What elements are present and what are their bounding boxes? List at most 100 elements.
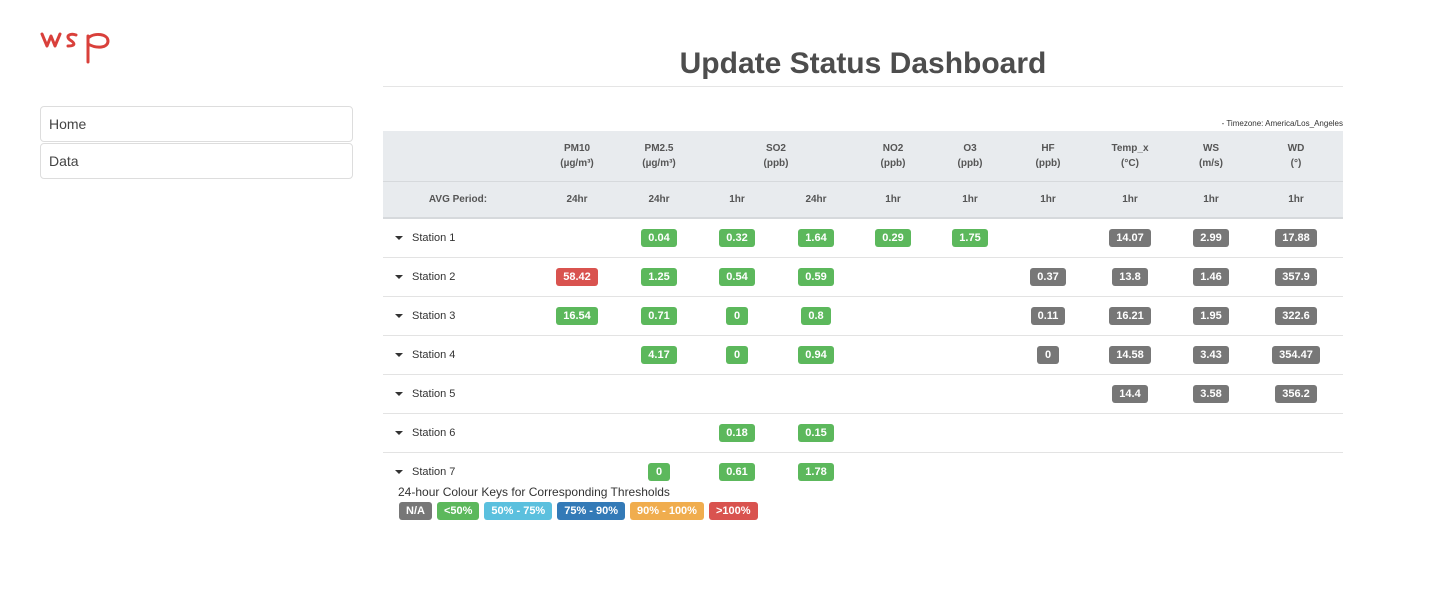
station-name: Station 5: [412, 388, 456, 400]
value-cell: [533, 335, 621, 375]
value-badge: 0: [726, 307, 748, 325]
value-badge: 1.95: [1193, 307, 1229, 325]
value-badge: 0.04: [641, 229, 677, 247]
value-cell: 2.99: [1173, 218, 1249, 258]
wsp-logo[interactable]: [40, 28, 112, 66]
value-cell: 0.94: [777, 335, 855, 375]
table-header-row: PM10 (µg/m³) PM2.5 (µg/m³) SO2 (ppb) NO2 (ppb) O…: [383, 131, 1343, 182]
value-cell: [1009, 413, 1087, 453]
caret-down-icon[interactable]: [395, 470, 403, 475]
colour-key-legend: N/A <50% 50% - 75% 75% - 90% 90% - 100% >100%: [399, 502, 758, 520]
table-body: Station 1 0.04 0.32 1.64 0.29 1.75 14.07 2.99 17…: [383, 218, 1343, 491]
value-cell: 1.25: [621, 257, 697, 297]
caret-down-icon[interactable]: [395, 392, 403, 397]
value-cell: 1.46: [1173, 257, 1249, 297]
avg-period-cell: 1hr: [1173, 181, 1249, 219]
avg-period-cell: 24hr: [777, 181, 855, 219]
value-cell: 354.47: [1249, 335, 1343, 375]
value-cell: [1249, 453, 1343, 492]
value-cell: 0.29: [855, 218, 931, 258]
value-badge: 0.15: [798, 424, 834, 442]
legend-title: 24-hour Colour Keys for Corresponding Th…: [398, 485, 670, 499]
avg-period-row: AVG Period: 24hr 24hr 1hr 24hr 1hr 1hr 1hr 1hr 1h…: [383, 181, 1343, 219]
legend-badge: 75% - 90%: [557, 502, 626, 520]
value-cell: 0.04: [621, 218, 697, 258]
caret-down-icon[interactable]: [395, 236, 403, 241]
value-cell: 0.11: [1009, 296, 1087, 336]
value-cell: [1249, 413, 1343, 453]
page-title: Update Status Dashboard: [679, 47, 1047, 80]
header-cell: Temp_x (°C): [1087, 131, 1173, 182]
value-badge: 2.99: [1193, 229, 1229, 247]
value-cell: 0.8: [777, 296, 855, 336]
avg-period-cell: 1hr: [931, 181, 1009, 219]
station-cell[interactable]: Station 5: [383, 374, 533, 414]
value-cell: [621, 374, 697, 414]
caret-down-icon[interactable]: [395, 431, 403, 436]
value-cell: [931, 335, 1009, 375]
value-cell: 322.6: [1249, 296, 1343, 336]
value-cell: 0.54: [697, 257, 777, 297]
header-name: NO2: [882, 143, 904, 154]
station-cell[interactable]: Station 4: [383, 335, 533, 375]
caret-down-icon[interactable]: [395, 353, 403, 358]
nav-item-data[interactable]: Data: [40, 143, 353, 179]
value-badge: 0.37: [1030, 268, 1066, 286]
header-cell: WD (°): [1249, 131, 1343, 182]
value-cell: [1173, 453, 1249, 492]
header-cell: PM2.5 (µg/m³): [621, 131, 697, 182]
value-badge: 1.78: [798, 463, 834, 481]
value-badge: 1.64: [798, 229, 834, 247]
station-cell[interactable]: Station 1: [383, 218, 533, 258]
value-badge: 356.2: [1275, 385, 1317, 403]
table-row: Station 5 14.4 3.58 356.2: [383, 374, 1343, 414]
value-cell: 1.95: [1173, 296, 1249, 336]
header-unit: (µg/m³): [642, 158, 676, 169]
value-cell: 357.9: [1249, 257, 1343, 297]
caret-down-icon[interactable]: [395, 275, 403, 280]
value-cell: [855, 335, 931, 375]
value-badge: 0.61: [719, 463, 755, 481]
header-name: PM10: [563, 143, 591, 154]
station-name: Station 2: [412, 271, 456, 283]
value-cell: 0.32: [697, 218, 777, 258]
value-badge: 0.11: [1030, 307, 1066, 325]
nav-item-home[interactable]: Home: [40, 106, 353, 142]
value-cell: [855, 453, 931, 492]
station-name: Station 6: [412, 427, 456, 439]
value-cell: 356.2: [1249, 374, 1343, 414]
value-cell: 0.18: [697, 413, 777, 453]
value-badge: 322.6: [1275, 307, 1317, 325]
value-cell: 14.07: [1087, 218, 1173, 258]
station-cell[interactable]: Station 3: [383, 296, 533, 336]
caret-down-icon[interactable]: [395, 314, 403, 319]
value-badge: 0.8: [801, 307, 831, 325]
value-cell: 3.58: [1173, 374, 1249, 414]
legend-badge: N/A: [399, 502, 432, 520]
value-cell: 0.71: [621, 296, 697, 336]
header-unit: (µg/m³): [560, 158, 594, 169]
value-badge: 0.54: [719, 268, 755, 286]
header-unit: (m/s): [1199, 158, 1223, 169]
station-cell[interactable]: Station 2: [383, 257, 533, 297]
avg-period-cell: 1hr: [1249, 181, 1343, 219]
value-badge: 1.46: [1193, 268, 1229, 286]
value-badge: 58.42: [556, 268, 598, 286]
value-badge: 17.88: [1275, 229, 1317, 247]
header-cell: HF (ppb): [1009, 131, 1087, 182]
avg-period-label: AVG Period:: [383, 181, 533, 219]
table-row: Station 1 0.04 0.32 1.64 0.29 1.75 14.07 2.99 17…: [383, 218, 1343, 258]
avg-period-cell: 24hr: [621, 181, 697, 219]
legend-badge: <50%: [436, 502, 480, 520]
value-cell: [697, 374, 777, 414]
value-cell: 13.8: [1087, 257, 1173, 297]
value-badge: 0.71: [641, 307, 677, 325]
value-cell: [1009, 218, 1087, 258]
station-cell[interactable]: Station 6: [383, 413, 533, 453]
value-cell: [855, 413, 931, 453]
value-cell: [1009, 374, 1087, 414]
status-table-container: PM10 (µg/m³) PM2.5 (µg/m³) SO2 (ppb) NO2 (ppb) O…: [383, 131, 1343, 491]
value-cell: 14.4: [1087, 374, 1173, 414]
header-cell: O3 (ppb): [931, 131, 1009, 182]
value-cell: 4.17: [621, 335, 697, 375]
